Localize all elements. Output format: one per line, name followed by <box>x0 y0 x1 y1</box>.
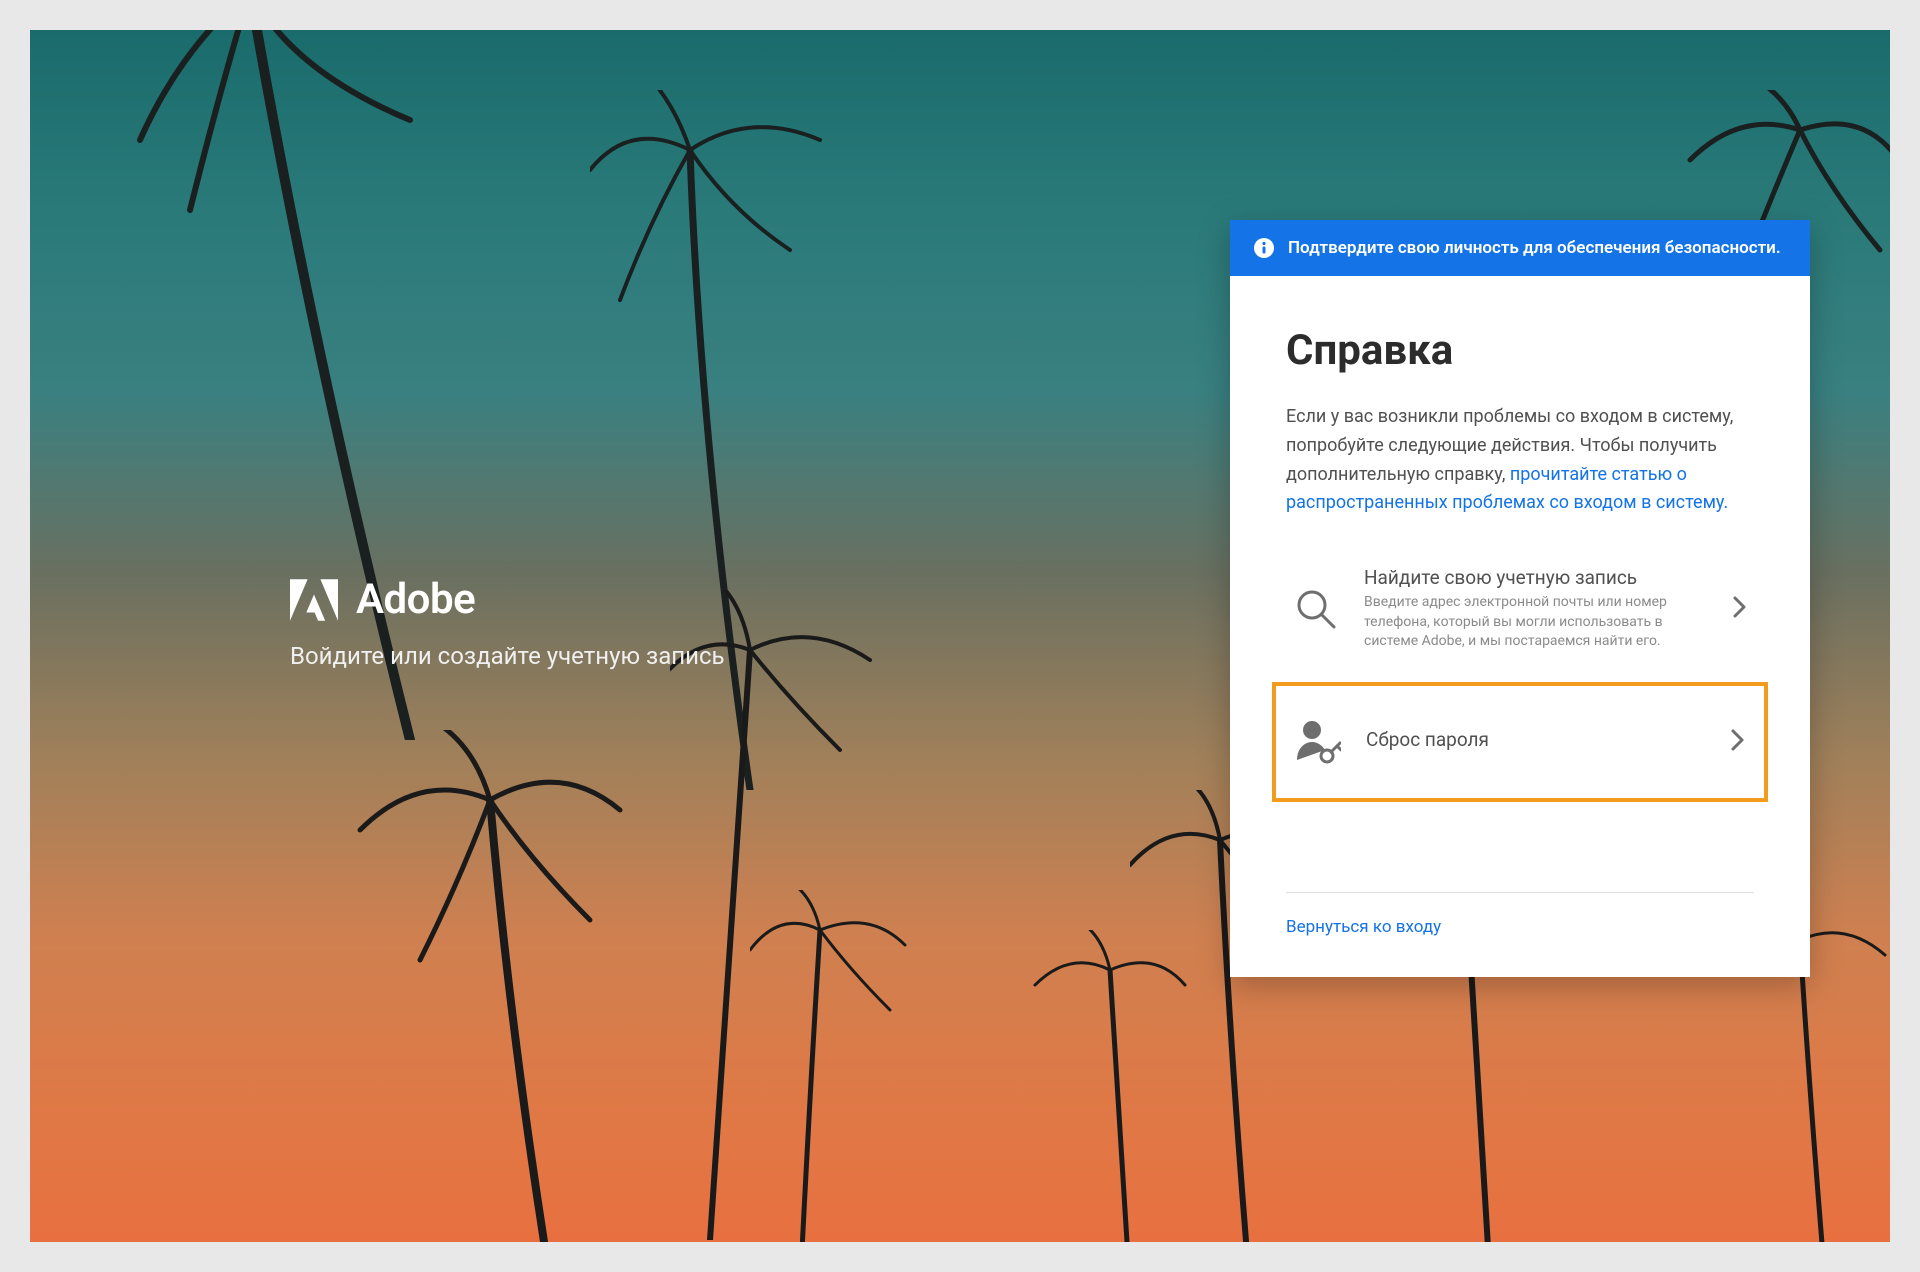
info-banner-text: Подтвердите свою личность для обеспечени… <box>1288 238 1781 258</box>
brand-block: Adobe Войдите или создайте учетную запис… <box>290 575 725 670</box>
card-footer: Вернуться ко входу <box>1286 892 1754 937</box>
card-body: Справка Если у вас возникли проблемы со … <box>1230 276 1810 832</box>
user-key-icon <box>1294 718 1342 766</box>
palm-silhouette <box>670 590 890 1240</box>
chevron-right-icon <box>1732 595 1748 623</box>
back-to-signin-link[interactable]: Вернуться ко входу <box>1286 917 1441 937</box>
palm-silhouette <box>750 890 910 1242</box>
card-description: Если у вас возникли проблемы со входом в… <box>1286 403 1754 518</box>
reset-password-title: Сброс пароля <box>1366 728 1706 751</box>
login-help-screen: Adobe Войдите или создайте учетную запис… <box>30 30 1890 1242</box>
info-icon <box>1254 238 1274 258</box>
info-banner: Подтвердите свою личность для обеспечени… <box>1230 220 1810 276</box>
palm-silhouette <box>330 730 630 1242</box>
reset-password-text: Сброс пароля <box>1366 728 1706 755</box>
chevron-right-icon <box>1730 728 1746 756</box>
find-account-option[interactable]: Найдите свою учетную запись Введите адре… <box>1286 546 1754 672</box>
palm-silhouette <box>1030 930 1190 1242</box>
find-account-sub: Введите адрес электронной почты или номе… <box>1364 593 1708 652</box>
brand-subtitle: Войдите или создайте учетную запись <box>290 642 725 670</box>
help-card: Подтвердите свою личность для обеспечени… <box>1230 220 1810 977</box>
palm-silhouette <box>590 90 870 790</box>
brand-row: Adobe <box>290 575 725 624</box>
find-account-text: Найдите свою учетную запись Введите адре… <box>1364 566 1708 652</box>
find-account-title: Найдите свою учетную запись <box>1364 566 1708 589</box>
card-title: Справка <box>1286 326 1754 375</box>
brand-name: Adobe <box>356 575 475 624</box>
reset-password-option[interactable]: Сброс пароля <box>1272 682 1768 802</box>
search-icon <box>1292 585 1340 633</box>
adobe-logo-icon <box>290 579 338 621</box>
